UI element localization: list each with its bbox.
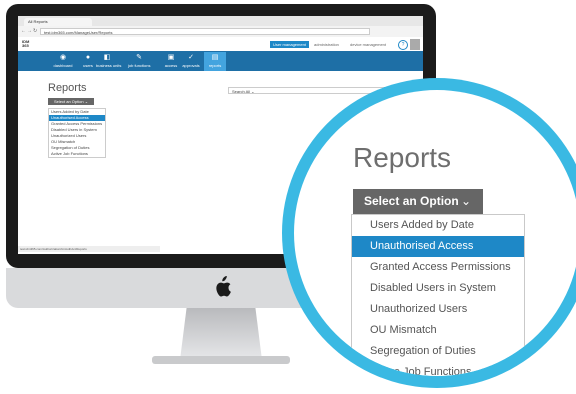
help-icon[interactable]: ? (398, 40, 408, 50)
page-title: Reports (48, 82, 87, 94)
dropdown-option-zoomed[interactable]: Disabled Users in System (352, 278, 524, 299)
lock-icon: ▣ (167, 54, 175, 61)
business-units-icon: ◧ (103, 54, 111, 61)
monitor-foot (152, 356, 290, 364)
logo-text-bottom: 365 (22, 43, 29, 48)
nav-item-label: dashboard (53, 63, 73, 68)
search-input[interactable]: Search All ⌄ (228, 87, 388, 94)
nav-item-dashboard[interactable]: ◉ dashboard (52, 52, 74, 71)
wrench-icon: ✎ (136, 54, 142, 61)
chevron-down-icon-zoomed: ⌄ (460, 194, 471, 208)
select-option-button-zoomed[interactable]: Select an Option ⌄ (353, 189, 483, 214)
page-title-zoomed: Reports (353, 142, 452, 173)
nav-item-label: access (164, 63, 178, 68)
administration-link[interactable]: administration (314, 42, 339, 47)
browser-tab-bar: All Reports (18, 16, 423, 26)
nav-item-reports[interactable]: ▤ reports (204, 52, 226, 71)
select-option-label-zoomed: Select an Option (364, 194, 459, 208)
nav-item-approvals[interactable]: ✓ approvals (180, 52, 202, 71)
nav-item-business-units[interactable]: ◧ business units (96, 52, 122, 71)
dropdown-option-zoomed[interactable]: Unauthorized Users (352, 299, 524, 320)
check-icon: ✓ (188, 54, 194, 61)
reload-icon[interactable]: ↻ (33, 28, 39, 34)
magnifier-lens: Reports Select an Option ⌄ Users Added b… (294, 90, 576, 376)
user-management-link[interactable]: User management (270, 41, 309, 48)
options-dropdown: Users Added by Date Unauthorised Access Gr… (48, 108, 106, 158)
apple-logo-icon (216, 276, 231, 297)
monitor-stand (180, 308, 262, 360)
main-nav: ◉ dashboard ● users ◧ business units ✎ job func… (18, 51, 423, 71)
nav-item-job-functions[interactable]: ✎ job functions (128, 52, 150, 71)
select-option-label: Select an Option (54, 99, 84, 104)
dropdown-option[interactable]: Active Job Functions (49, 151, 105, 157)
avatar[interactable] (410, 39, 420, 50)
dropdown-option-zoomed[interactable]: Users Added by Date (352, 215, 524, 236)
chevron-down-icon: ⌄ (84, 99, 89, 104)
idm365-logo: IDM 365 (22, 40, 29, 48)
device-management-link[interactable]: device management (350, 42, 386, 47)
reports-icon: ▤ (211, 54, 219, 61)
nav-item-access[interactable]: ▣ access (160, 52, 182, 71)
nav-item-label: business units (96, 63, 122, 68)
dropdown-option-zoomed[interactable]: Segregation of Duties (352, 341, 524, 362)
app-header: IDM 365 User management administration d… (18, 37, 423, 51)
dropdown-option-zoomed[interactable]: Active Job Functions (352, 362, 524, 376)
status-bar: test.idm365.com/Authorization/UnAuthAccR… (18, 246, 160, 252)
dropdown-option-zoomed[interactable]: OU Mismatch (352, 320, 524, 341)
dashboard-icon: ◉ (59, 54, 67, 61)
select-option-button[interactable]: Select an Option ⌄ (48, 98, 95, 105)
dropdown-option-zoomed[interactable]: Unauthorised Access (352, 236, 524, 257)
nav-item-label: job functions (128, 63, 151, 68)
dropdown-option-zoomed[interactable]: Granted Access Permissions (352, 257, 524, 278)
browser-tab[interactable]: All Reports (24, 18, 92, 26)
nav-item-label: approvals (182, 63, 200, 68)
url-field[interactable]: test.idm365.com/ManageUser/Reports (40, 28, 370, 35)
options-dropdown-zoomed: Users Added by Date Unauthorised Access Gr… (351, 214, 525, 376)
nav-item-label: reports (208, 63, 222, 68)
